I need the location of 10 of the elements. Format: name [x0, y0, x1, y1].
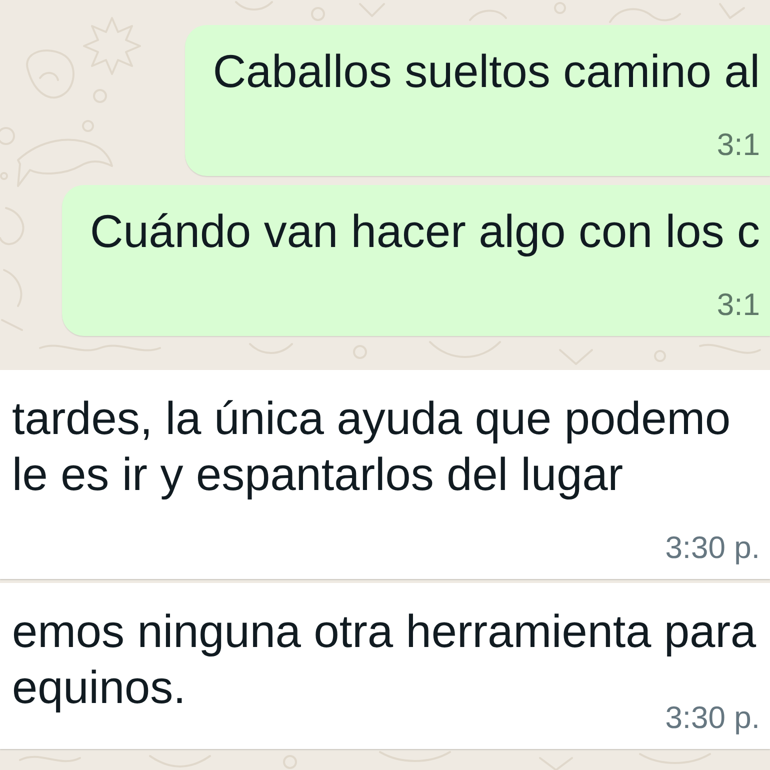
message-text: Cuándo van hacer algo con los c: [90, 204, 760, 259]
message-text: emos ninguna otra herramienta para: [12, 604, 756, 659]
message-time: 3:1: [716, 287, 760, 323]
message-text: tardes, la única ayuda que podemo: [12, 391, 731, 446]
message-text: equinos.: [12, 660, 186, 715]
message-time: 3:30 p.: [665, 530, 760, 566]
message-text: le es ir y espantarlos del lugar: [12, 447, 624, 502]
message-text: Caballos sueltos camino al: [212, 44, 760, 99]
message-time: 3:1: [716, 127, 760, 163]
message-time: 3:30 p.: [665, 700, 760, 736]
